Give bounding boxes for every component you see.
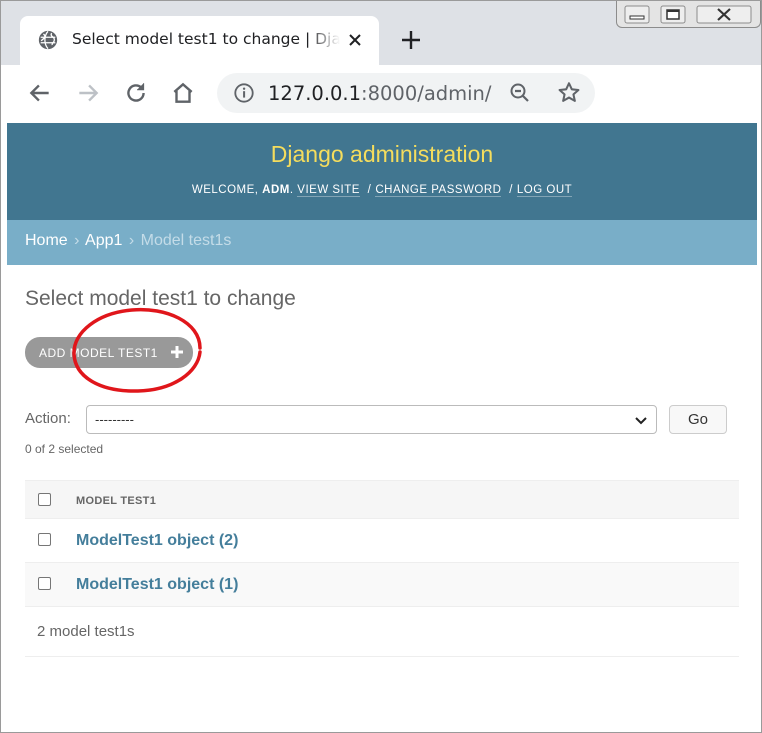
star-icon[interactable] bbox=[556, 80, 582, 106]
chevron-down-icon bbox=[635, 417, 647, 425]
home-icon[interactable] bbox=[170, 80, 196, 106]
url-host: 127.0.0.1 bbox=[268, 82, 362, 105]
globe-icon bbox=[38, 30, 58, 50]
change-password-link[interactable]: Change password bbox=[375, 184, 502, 197]
plus-icon[interactable] bbox=[399, 28, 423, 52]
red-annotation-circle bbox=[72, 307, 202, 393]
site-branding[interactable]: Django administration bbox=[7, 141, 757, 168]
user-tools: Welcome, adm. View site / Change password… bbox=[191, 184, 573, 197]
breadcrumb-current: Model test1s bbox=[140, 232, 232, 249]
go-button[interactable]: Go bbox=[669, 405, 727, 434]
forward-arrow-icon[interactable] bbox=[75, 80, 101, 106]
window-close-icon[interactable] bbox=[695, 3, 753, 25]
table-row: ModelTest1 object (1) bbox=[25, 563, 739, 607]
close-icon[interactable] bbox=[346, 31, 364, 49]
row-link[interactable]: ModelTest1 object (1) bbox=[76, 576, 238, 594]
table-row: ModelTest1 object (2) bbox=[25, 519, 739, 563]
action-select-value: --------- bbox=[95, 412, 134, 427]
row-checkbox[interactable] bbox=[38, 577, 51, 590]
breadcrumb: Home › App1 › Model test1s bbox=[7, 220, 757, 265]
select-all-checkbox[interactable] bbox=[38, 493, 51, 506]
url-text[interactable]: 127.0.0.1:8000/admin/app1/modeltest1/ bbox=[268, 82, 492, 105]
address-bar[interactable]: 127.0.0.1:8000/admin/app1/modeltest1/ bbox=[217, 73, 595, 113]
breadcrumb-separator: › bbox=[74, 232, 80, 249]
url-path: :8000/admin/app1/modeltest1/ bbox=[361, 82, 492, 105]
welcome-text: Welcome, bbox=[191, 184, 259, 196]
browser-window: Select model test1 to change | Django si… bbox=[0, 0, 762, 733]
username: adm bbox=[262, 184, 290, 196]
maximize-icon[interactable] bbox=[659, 3, 687, 25]
django-admin-page: Django administration Welcome, adm. View… bbox=[7, 123, 757, 729]
row-checkbox[interactable] bbox=[38, 533, 51, 546]
browser-tab[interactable]: Select model test1 to change | Django si… bbox=[20, 16, 379, 65]
breadcrumb-app[interactable]: App1 bbox=[85, 232, 122, 249]
back-arrow-icon[interactable] bbox=[27, 80, 53, 106]
view-site-link[interactable]: View site bbox=[297, 184, 360, 197]
log-out-link[interactable]: Log out bbox=[516, 184, 573, 197]
site-header: Django administration Welcome, adm. View… bbox=[7, 123, 757, 220]
separator: / bbox=[509, 184, 513, 196]
tab-title: Select model test1 to change | Django si… bbox=[72, 30, 340, 48]
window-controls bbox=[616, 1, 761, 28]
actions-bar: Action: --------- Go bbox=[25, 403, 731, 437]
table-header: Model test1 bbox=[25, 480, 739, 519]
action-label: Action: bbox=[25, 410, 71, 427]
zoom-out-icon[interactable] bbox=[508, 81, 532, 105]
action-select[interactable]: --------- bbox=[86, 405, 657, 434]
paginator: 2 model test1s bbox=[25, 606, 739, 657]
browser-toolbar: 127.0.0.1:8000/admin/app1/modeltest1/ bbox=[1, 65, 761, 121]
minimize-icon[interactable] bbox=[623, 3, 651, 25]
breadcrumb-separator: › bbox=[128, 232, 135, 249]
reload-icon[interactable] bbox=[123, 80, 149, 106]
separator: / bbox=[367, 184, 372, 196]
info-icon[interactable] bbox=[233, 82, 255, 104]
results-table: Model test1 ModelTest1 object (2) ModelT… bbox=[25, 480, 739, 607]
selection-counter: 0 of 2 selected bbox=[25, 442, 104, 456]
breadcrumb-home[interactable]: Home bbox=[25, 232, 68, 249]
tab-strip: Select model test1 to change | Django si… bbox=[1, 1, 761, 65]
row-link[interactable]: ModelTest1 object (2) bbox=[76, 532, 238, 550]
column-header-model-test1[interactable]: Model test1 bbox=[76, 495, 156, 507]
